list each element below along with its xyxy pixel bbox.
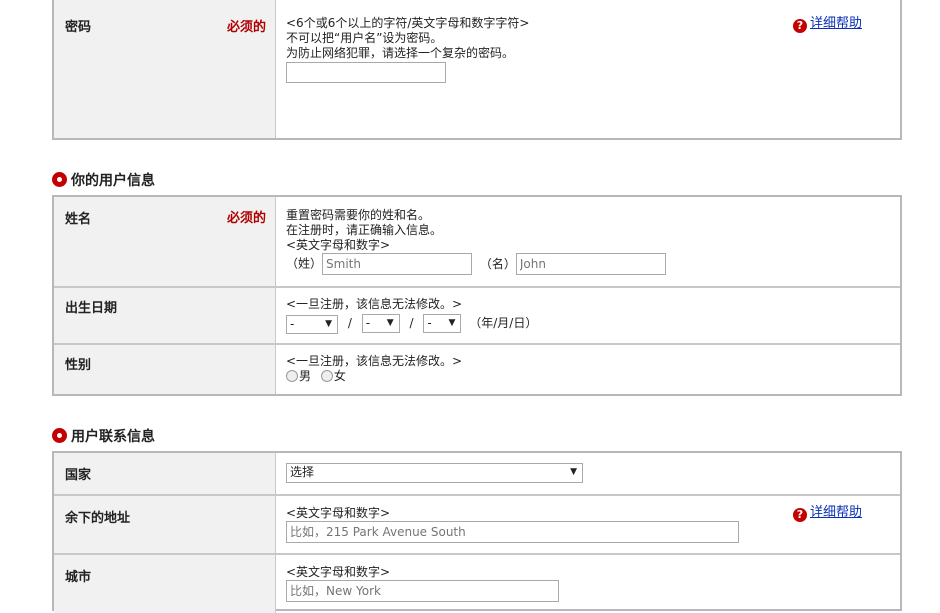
name-hint-1: 重置密码需要你的姓和名。 [286, 208, 431, 222]
name-row: 姓名 必须的 重置密码需要你的姓和名。 在注册时，请正确输入信息。 <英文字母和… [54, 197, 900, 286]
dob-label: 出生日期 [65, 301, 118, 316]
section-bullet-icon [52, 428, 67, 443]
last-name-input[interactable] [322, 253, 473, 275]
address-label-cell: 余下的地址 [54, 496, 276, 553]
dob-label-cell: 出生日期 [54, 288, 276, 343]
gender-row: 性别 <一旦注册，该信息无法修改。> 男 女 [54, 343, 900, 394]
date-separator: / [409, 315, 414, 330]
country-select[interactable]: 选择 ▼ [286, 463, 583, 483]
dob-hint: <一旦注册，该信息无法修改。> [286, 297, 463, 311]
name-label-cell: 姓名 必须的 [54, 197, 276, 286]
address-help-link[interactable]: ? 详细帮助 [792, 505, 862, 522]
dob-year-select[interactable]: - ▼ [286, 315, 338, 334]
country-label: 国家 [65, 468, 92, 483]
password-row: 密码 必须的 <6个或6个以上的字符/英文字母和数字字符> 不可以把“用户名”设… [54, 0, 900, 138]
password-hint-2: 不可以把“用户名”设为密码。 [286, 31, 443, 45]
required-mark: 必须的 [226, 211, 266, 226]
password-table: 密码 必须的 <6个或6个以上的字符/英文字母和数字字符> 不可以把“用户名”设… [52, 0, 902, 140]
dob-value-cell: <一旦注册，该信息无法修改。> - ▼ / - ▼ / - ▼ （年/月/日） [276, 288, 900, 343]
help-icon: ? [792, 19, 807, 33]
contact-table: 国家 选择▼ 余下的地址 <英文字母和数字> ?详细帮助 城市 <英文字母和数字… [52, 451, 902, 613]
password-label-cell: 密码 必须的 [54, 0, 276, 138]
user-info-table: 姓名 必须的 重置密码需要你的姓和名。 在注册时，请正确输入信息。 <英文字母和… [52, 195, 902, 396]
gender-male-radio[interactable] [286, 370, 298, 382]
chevron-down-icon: ▼ [570, 467, 577, 477]
gender-hint: <一旦注册，该信息无法修改。> [286, 354, 463, 368]
dob-day-select[interactable]: - ▼ [423, 313, 462, 333]
address-input[interactable] [286, 521, 739, 543]
gender-label: 性别 [65, 358, 92, 373]
city-row: 城市 <英文字母和数字> [54, 553, 900, 613]
chevron-down-icon: ▼ [448, 317, 456, 328]
name-hint-2: 在注册时，请正确输入信息。 [286, 223, 443, 237]
password-label: 密码 [65, 20, 92, 35]
last-name-label: （姓） [286, 256, 323, 271]
name-label: 姓名 [65, 212, 92, 227]
help-icon: ? [792, 508, 807, 522]
first-name-label: （名） [479, 256, 516, 271]
name-hint-3: <英文字母和数字> [286, 238, 391, 252]
password-input[interactable] [286, 62, 446, 83]
address-label: 余下的地址 [65, 511, 131, 526]
city-value-cell: <英文字母和数字> [276, 555, 900, 613]
gender-female-radio[interactable] [320, 370, 333, 382]
city-label-cell: 城市 [54, 555, 276, 613]
country-value-cell: 选择 ▼ [276, 453, 900, 494]
chevron-down-icon: ▼ [386, 317, 394, 328]
gender-female-label: 女 [333, 369, 346, 383]
gender-label-cell: 性别 [54, 345, 276, 394]
city-label: 城市 [65, 570, 92, 585]
date-format-hint: （年/月/日） [469, 315, 538, 330]
section-bullet-icon [52, 172, 67, 187]
first-name-input[interactable] [515, 253, 666, 275]
dob-row: 出生日期 <一旦注册，该信息无法修改。> - ▼ / - ▼ / - ▼ （年/月/日… [54, 286, 900, 343]
country-row: 国家 选择 ▼ [54, 453, 900, 494]
city-input[interactable] [286, 580, 559, 602]
gender-male-label: 男 [299, 369, 312, 383]
city-hint: <英文字母和数字> [286, 565, 391, 579]
dob-month-select[interactable]: - ▼ [361, 313, 400, 333]
country-label-cell: 国家 [54, 453, 276, 494]
password-hint-3: 为防止网络犯罪，请选择一个复杂的密码。 [286, 46, 515, 60]
password-help-link[interactable]: ? 详细帮助 [792, 16, 862, 33]
date-separator: / [347, 315, 352, 330]
contact-info-heading: 用户联系信息 [52, 426, 155, 446]
gender-value-cell: <一旦注册，该信息无法修改。> 男 女 [276, 345, 900, 394]
user-info-heading: 你的用户信息 [52, 170, 155, 190]
required-mark: 必须的 [226, 20, 266, 35]
name-value-cell: 重置密码需要你的姓和名。 在注册时，请正确输入信息。 <英文字母和数字> （姓）… [276, 197, 900, 286]
password-value-cell: <6个或6个以上的字符/英文字母和数字字符> 不可以把“用户名”设为密码。 为防… [276, 0, 900, 138]
address-row: 余下的地址 <英文字母和数字> ?详细帮助 [54, 494, 900, 553]
chevron-down-icon: ▼ [325, 319, 332, 329]
address-value-cell: <英文字母和数字> ?详细帮助 [276, 496, 900, 553]
